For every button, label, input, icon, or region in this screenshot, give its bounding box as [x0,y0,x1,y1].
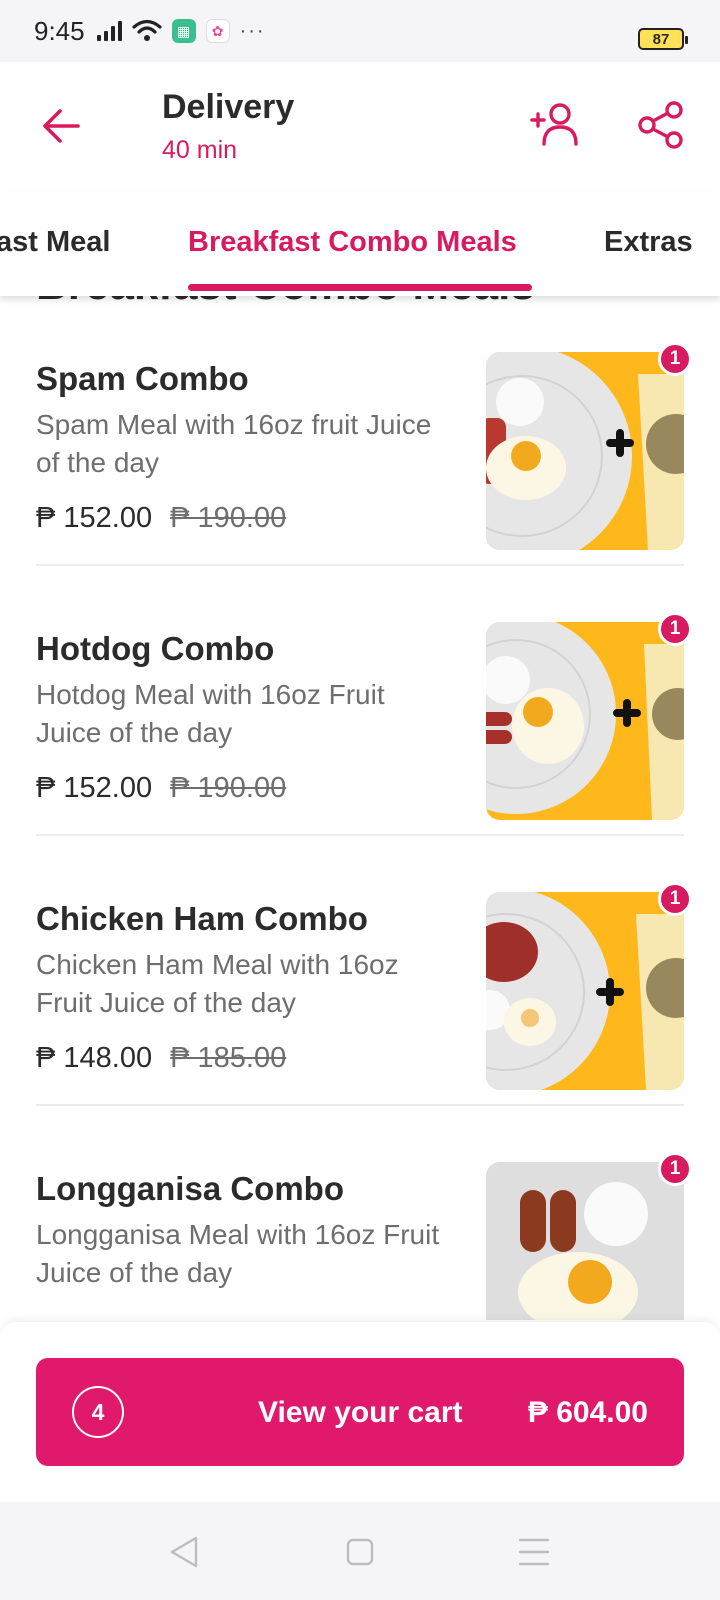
item-price: ₱ 152.00 [36,502,153,534]
item-image[interactable] [486,352,684,550]
cart-total: ₱ 604.00 [527,1396,648,1429]
app-notification-icon: ▦ [171,19,196,43]
tab-breakfast-meal[interactable]: ast Meal [0,226,110,259]
delivery-time: 40 min [162,136,238,164]
price-row: ₱ 152.00 ₱ 190.00 [36,772,286,805]
price-row: ₱ 148.00 ₱ 185.00 [36,1042,286,1075]
system-nav-bar [0,1502,720,1600]
category-tabs: ast Meal Breakfast Combo Meals Extras [0,192,720,296]
item-image[interactable] [486,892,684,1090]
status-bar: 9:45 ▦ ✿ ··· 87 [0,0,720,62]
view-cart-button[interactable]: 4 View your cart ₱ 604.00 [36,1358,684,1466]
item-name: Longganisa Combo [36,1170,344,1207]
menu-item[interactable]: Longganisa Combo Longganisa Meal with 16… [0,1106,720,1320]
cart-bar: 4 View your cart ₱ 604.00 [0,1322,720,1502]
item-original-price: ₱ 190.00 [170,502,287,534]
menu-item[interactable]: Chicken Ham Combo Chicken Ham Meal with … [0,836,720,1106]
status-time: 9:45 [34,15,85,46]
battery-level: 87 [652,30,670,48]
cart-item-count: 4 [72,1386,124,1438]
active-tab-indicator [188,284,532,291]
item-price: ₱ 152.00 [36,772,153,804]
item-description: Spam Meal with 16oz fruit Juice of the d… [36,409,432,478]
cart-label: View your cart [258,1396,463,1429]
price-row: ₱ 152.00 ₱ 190.00 [36,502,286,535]
nav-home-icon[interactable] [340,1532,380,1572]
item-quantity-badge: 1 [658,342,692,376]
menu-list[interactable]: Breakfast Combo Meals Spam Combo Spam Me… [0,296,720,1320]
menu-item[interactable]: Hotdog Combo Hotdog Meal with 16oz Fruit… [0,566,720,836]
photos-notification-icon: ✿ [205,19,230,43]
group-order-icon[interactable] [530,100,584,148]
item-name: Spam Combo [36,360,249,397]
signal-icon [96,21,122,41]
menu-item[interactable]: Spam Combo Spam Meal with 16oz fruit Jui… [0,296,720,566]
nav-back-icon[interactable] [164,1532,204,1572]
item-description: Longganisa Meal with 16oz Fruit Juice of… [36,1219,440,1288]
page-title: Delivery [162,88,295,126]
item-quantity-badge: 1 [658,882,692,916]
more-notifications-icon: ··· [239,19,266,42]
item-name: Chicken Ham Combo [36,900,368,937]
item-description: Chicken Ham Meal with 16oz Fruit Juice o… [36,949,399,1018]
item-quantity-badge: 1 [658,1152,692,1186]
back-arrow-icon[interactable] [38,102,86,150]
item-name: Hotdog Combo [36,630,275,667]
wifi-icon [132,19,162,41]
item-price: ₱ 148.00 [36,1042,153,1074]
nav-menu-icon[interactable] [514,1532,554,1572]
header: Delivery 40 min [0,62,720,192]
item-description: Hotdog Meal with 16oz Fruit Juice of the… [36,679,385,748]
item-image[interactable] [486,1162,684,1320]
item-image[interactable] [486,622,684,820]
battery-icon: 87 [638,28,688,50]
tab-extras[interactable]: Extras [604,226,693,259]
item-original-price: ₱ 185.00 [170,1042,287,1074]
item-original-price: ₱ 190.00 [170,772,287,804]
item-quantity-badge: 1 [658,612,692,646]
tab-breakfast-combo-meals[interactable]: Breakfast Combo Meals [188,226,517,259]
share-icon[interactable] [636,100,686,150]
